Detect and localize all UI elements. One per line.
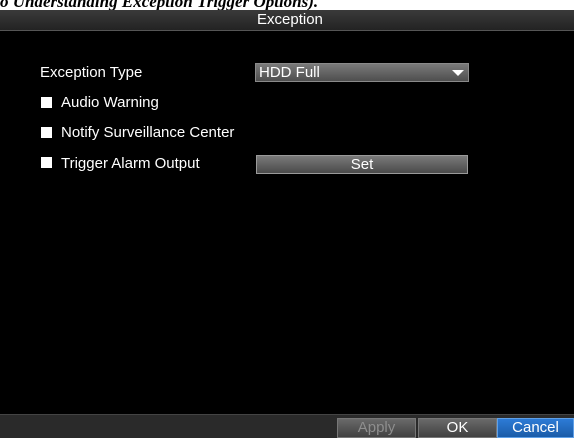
ok-button[interactable]: OK (418, 418, 497, 438)
set-button[interactable]: Set (256, 155, 468, 174)
exception-type-label: Exception Type (40, 64, 143, 81)
window-title: Exception (257, 11, 323, 28)
trigger-alarm-output-label: Trigger Alarm Output (61, 155, 200, 172)
chevron-down-icon (452, 70, 464, 76)
notify-surveillance-center-label: Notify Surveillance Center (61, 124, 235, 141)
trigger-alarm-output-checkbox[interactable] (41, 157, 52, 168)
footer-bar: Apply OK Cancel (0, 414, 574, 438)
exception-type-value: HDD Full (259, 64, 320, 81)
notify-surveillance-center-checkbox[interactable] (41, 127, 52, 138)
apply-button[interactable]: Apply (337, 418, 416, 438)
exception-type-select[interactable]: HDD Full (255, 63, 469, 82)
audio-warning-label: Audio Warning (61, 94, 159, 111)
cancel-button[interactable]: Cancel (497, 418, 574, 438)
audio-warning-checkbox[interactable] (41, 97, 52, 108)
exception-dialog: Exception Exception Type HDD Full Audio … (0, 10, 574, 438)
title-bar: Exception (0, 10, 574, 31)
